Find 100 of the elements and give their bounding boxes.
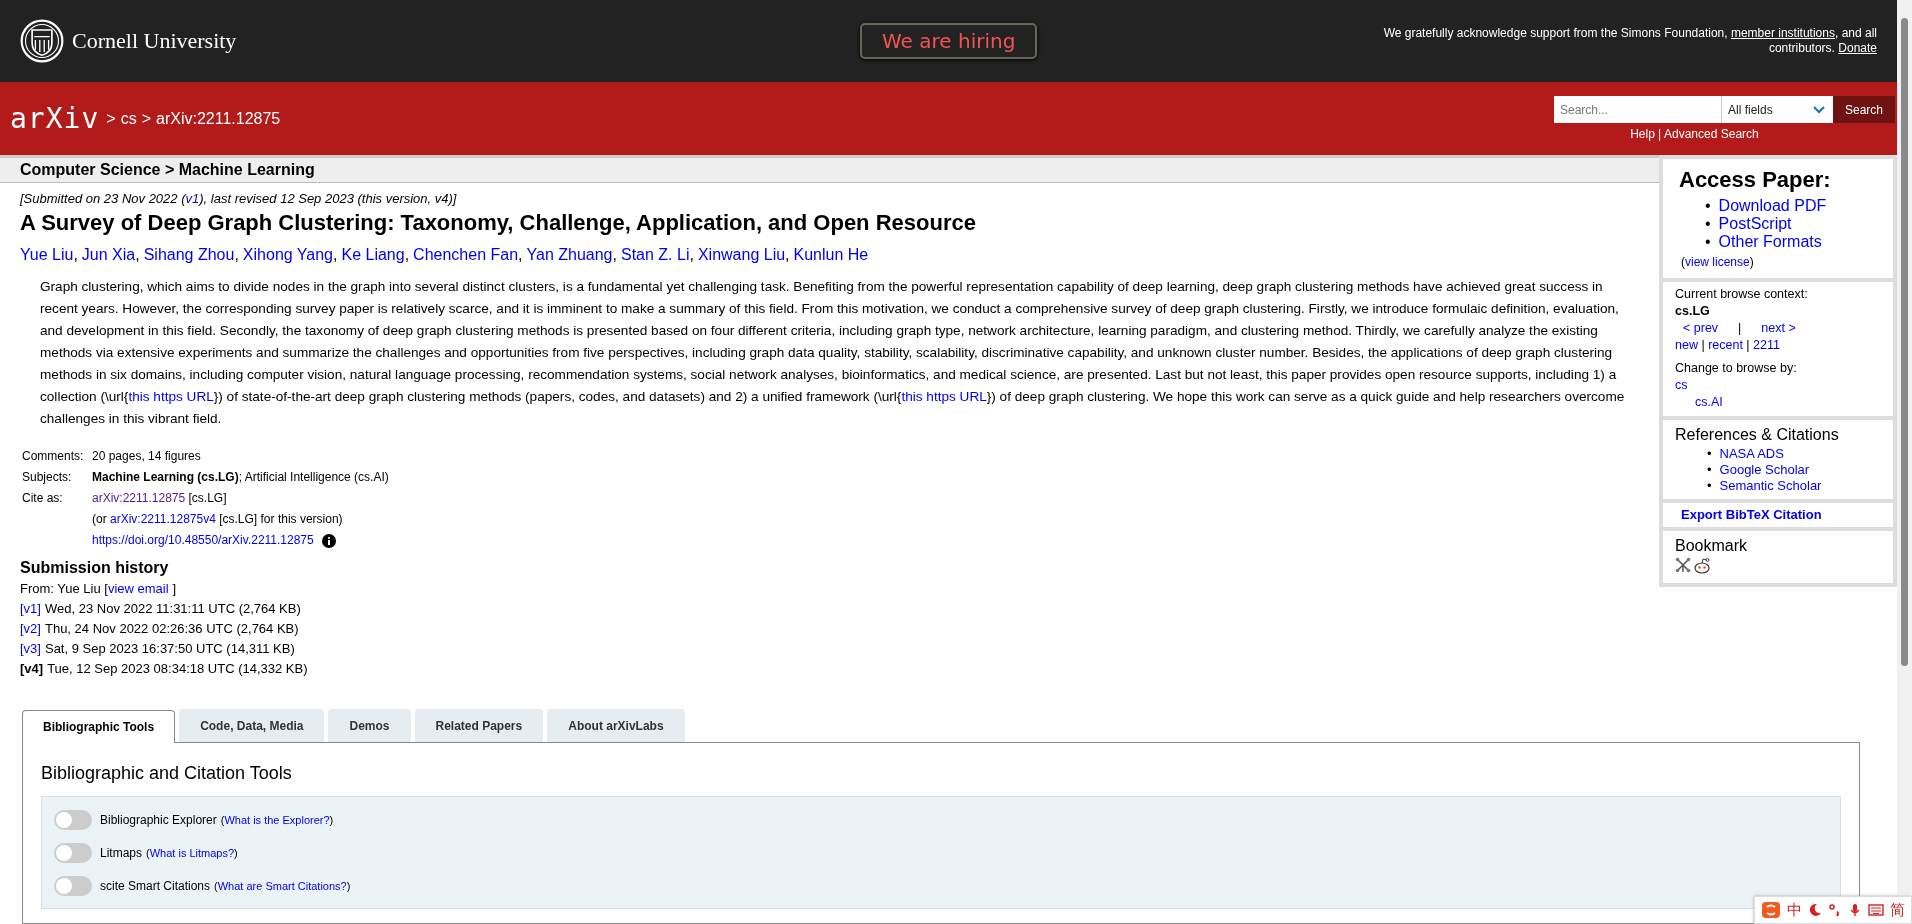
scrollbar[interactable] [1897,0,1912,894]
tool-label: scite Smart Citations [100,878,211,893]
author-link[interactable]: Kunlun He [793,246,869,263]
author-link[interactable]: Sihang Zhou [143,246,235,263]
next-link[interactable]: next > [1761,320,1796,337]
citation-service-link[interactable]: Semantic Scholar [1719,478,1822,493]
info-icon[interactable] [321,533,336,548]
version-link[interactable]: [v1] [20,601,41,616]
help-link[interactable]: Help [1630,127,1655,141]
category-link[interactable]: cs [1675,378,1688,392]
search-button[interactable]: Search [1832,96,1895,123]
listing-link[interactable]: 2211 [1753,338,1780,352]
submission-dates: [Submitted on 23 Nov 2022 (v1), last revised 12 Sep 2023 (this version, v4)] [20,191,458,206]
search-field[interactable]: Search... [1553,96,1721,123]
input-language[interactable]: 中 [1787,900,1802,920]
field-dropdown[interactable]: All fields [1720,96,1833,123]
metadata-text: [cs.LG] [187,490,227,507]
tool-label: Bibliographic Explorer [100,812,217,827]
breadcrumb-link[interactable]: cs [120,109,137,128]
bullet: • [1705,197,1711,214]
toggle-switch[interactable] [54,875,92,896]
bullet: • [1707,462,1712,477]
references-heading: References & Citations [1675,426,1840,444]
submitter-line: From: Yue Liu [view email ] [20,580,178,598]
metadata-label: Comments: [22,448,85,465]
format-link[interactable]: PostScript [1718,215,1792,232]
help-link[interactable]: What is the Explorer? [224,813,330,826]
paper-title: A Survey of Deep Graph Clustering: Taxonomy, Challenge, Application, and Open Resource [20,210,977,236]
author-list: Yue Liu, Jun Xia, Sihang Zhou, Xihong Yang, Ke Liang, Chenchen Fan, Yan Zhuang, Stan Z. Li, Xinwang Liu, Kunlun He [20,246,1639,264]
license-link[interactable]: view license [1685,255,1750,269]
author-link[interactable]: Yan Zhuang [526,246,613,263]
robot-icon[interactable] [1693,557,1711,575]
metadata-text: 20 pages, 14 figures [92,448,201,465]
tab[interactable]: Bibliographic Tools [22,710,176,743]
breadcrumb-link[interactable]: arXiv:2211.12875 [156,109,281,128]
support-text: We gratefully acknowledge support from the Simons Foundation, member institutions, and all contributors. Donate [1382,26,1877,56]
url-link[interactable]: this https URL [128,389,214,404]
paren: ( [146,846,150,859]
support-link[interactable]: member institutions [1730,26,1835,40]
listing-link[interactable]: new [1675,338,1698,352]
support-link[interactable]: Donate [1838,41,1877,55]
metadata-label: Cite as: [22,490,64,507]
cornell-seal-icon[interactable] [20,19,64,63]
citation-service-link[interactable]: Google Scholar [1719,462,1810,477]
bullet: • [1705,215,1711,232]
author-link[interactable]: Jun Xia [81,246,136,263]
author-link[interactable]: Stan Z. Li [620,246,690,263]
paren: ) [234,846,238,859]
format-link[interactable]: Download PDF [1718,197,1827,214]
format-link[interactable]: Other Formats [1718,233,1822,250]
listing-link[interactable]: recent [1708,338,1743,352]
metadata-text: (or [92,511,108,528]
author-link[interactable]: Ke Liang [341,246,405,263]
link-divider: | [1657,127,1661,141]
tab[interactable]: Demos [328,709,411,742]
paren: ) [329,813,334,826]
toggle-switch[interactable] [54,842,92,863]
institution-name[interactable]: Cornell University [72,28,237,54]
bullet: • [1707,446,1712,461]
version-link[interactable]: [v3] [20,641,41,656]
script-mode[interactable]: 简 [1890,900,1905,920]
url-link[interactable]: this https URL [901,389,987,404]
link-divider: | [1700,338,1706,352]
version-date: Tue, 12 Sep 2023 08:34:18 UTC (14,332 KB) [47,661,308,676]
network-icon[interactable] [1675,557,1691,573]
link-divider: | [1745,338,1751,352]
prev-link[interactable]: < prev [1683,320,1719,337]
microphone-icon[interactable] [1848,903,1862,917]
author-link[interactable]: Xihong Yang [242,246,333,263]
tool-label: Litmaps [100,845,143,860]
category-path: Computer Science > Machine Learning [20,161,315,178]
hiring-button[interactable]: We are hiring [860,23,1038,59]
tab[interactable]: Code, Data, Media [179,709,325,742]
moon-icon[interactable] [1808,903,1822,917]
metadata-text: Machine Learning (cs.LG); Artificial Intelligence (cs.AI) [92,469,389,486]
citation-service-link[interactable]: NASA ADS [1719,446,1784,461]
citation-link[interactable]: arXiv:2211.12875v4 [110,509,216,530]
tab[interactable]: About arXivLabs [547,709,685,742]
advanced-search-link[interactable]: Advanced Search [1664,127,1759,141]
version-date: Sat, 9 Sep 2023 16:37:50 UTC (14,311 KB) [44,641,295,656]
author-link[interactable]: Yue Liu [20,246,74,263]
author-link[interactable]: Chenchen Fan [413,246,519,263]
author-link[interactable]: Xinwang Liu [697,246,786,263]
ime-logo-icon[interactable] [1761,901,1781,919]
license-note: (view license) [1681,255,1755,269]
link-divider: | [1738,320,1742,337]
panel-heading: Bibliographic and Citation Tools [41,763,293,784]
tab[interactable]: Related Papers [414,709,544,742]
help-link[interactable]: What are Smart Citations? [217,879,347,892]
breadcrumb-separator: > [106,109,116,128]
category-link[interactable]: cs.AI [1695,395,1723,409]
version-label: [v4] [20,661,44,676]
arxiv-logo[interactable]: arXiv [10,102,100,135]
citation-link[interactable]: https://doi.org/10.48550/arXiv.2211.12875 [92,530,314,551]
toggle-switch[interactable] [54,809,92,830]
punctuation-icon[interactable] [1828,903,1842,917]
citation-link[interactable]: arXiv:2211.12875 [92,488,186,509]
bullet: • [1707,478,1712,493]
version-link[interactable]: [v2] [20,621,41,636]
keyboard-icon[interactable] [1868,903,1884,917]
